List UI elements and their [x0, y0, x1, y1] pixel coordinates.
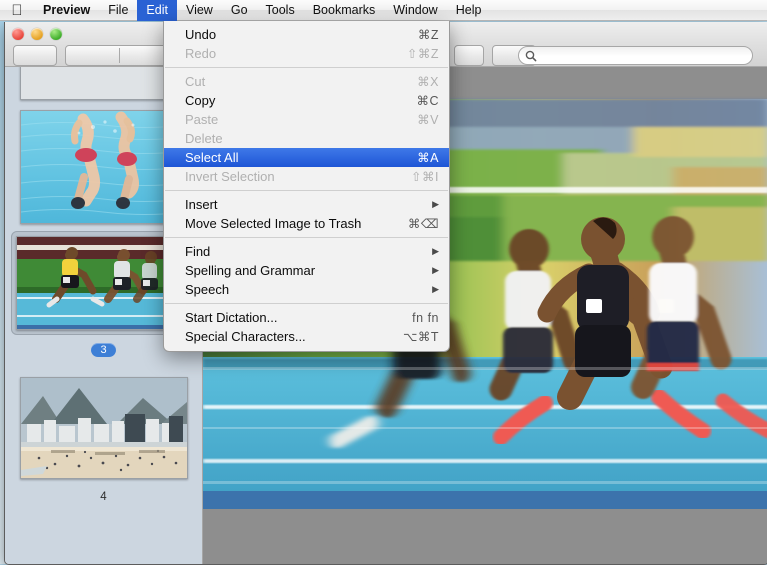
menu-item-cut: Cut ⌘X [164, 72, 449, 91]
menu-item-select-all[interactable]: Select All ⌘A [164, 148, 449, 167]
menu-item-move-selected-image-to-trash[interactable]: Move Selected Image to Trash ⌘⌫ [164, 214, 449, 233]
edit-menu-dropdown[interactable]: Undo ⌘Z Redo ⇧⌘Z Cut ⌘X Copy ⌘C Paste ⌘V Delete Sel… [163, 21, 450, 352]
menu-item-shortcut: ⌘V [417, 113, 439, 127]
thumbnail-4[interactable] [15, 372, 193, 484]
menubar-item-go[interactable]: Go [222, 0, 257, 21]
menu-item-undo[interactable]: Undo ⌘Z [164, 25, 449, 44]
menu-item-label: Special Characters... [185, 329, 306, 344]
menu-item-copy[interactable]: Copy ⌘C [164, 91, 449, 110]
menu-separator [165, 190, 448, 191]
submenu-arrow-icon: ▶ [432, 246, 439, 256]
menu-item-special-characters[interactable]: Special Characters... ⌥⌘T [164, 327, 449, 346]
menu-item-shortcut: fn fn [412, 310, 439, 325]
menu-bar:  PreviewFileEditViewGoToolsBookmarksWin… [0, 0, 767, 21]
menu-item-shortcut: ⇧⌘I [411, 170, 439, 184]
menu-item-shortcut: ⌘A [417, 151, 439, 165]
menu-item-shortcut: ⇧⌘Z [406, 47, 439, 61]
menu-item-shortcut: ⌥⌘T [402, 330, 439, 344]
menubar-item-help[interactable]: Help [447, 0, 491, 21]
menu-item-label: Speech [185, 282, 230, 297]
menu-separator [165, 303, 448, 304]
menu-item-shortcut: ⌘Z [417, 28, 439, 42]
menu-item-label: Cut [185, 74, 206, 89]
menu-item-redo: Redo ⇧⌘Z [164, 44, 449, 63]
menu-item-label: Start Dictation... [185, 310, 278, 325]
toolbar-button-2[interactable] [65, 45, 173, 66]
page-4-image [19, 377, 188, 479]
menu-item-label: Paste [185, 112, 219, 127]
menu-item-delete: Delete [164, 129, 449, 148]
menu-item-label: Select All [185, 150, 239, 165]
menubar-item-window[interactable]: Window [384, 0, 446, 21]
menu-item-shortcut: ⌘C [416, 94, 439, 108]
search-icon [525, 50, 537, 61]
menubar-item-bookmarks[interactable]: Bookmarks [304, 0, 385, 21]
menu-item-label: Insert [185, 197, 218, 212]
page-2-image [20, 110, 187, 224]
menu-item-label: Redo [185, 46, 217, 61]
submenu-arrow-icon: ▶ [432, 284, 439, 294]
menu-item-paste: Paste ⌘V [164, 110, 449, 129]
menubar-item-preview[interactable]: Preview [34, 0, 99, 21]
menu-item-label: Undo [185, 27, 217, 42]
menubar-item-view[interactable]: View [177, 0, 222, 21]
menu-item-label: Spelling and Grammar [185, 263, 316, 278]
menu-item-label: Invert Selection [185, 169, 275, 184]
search-input[interactable] [541, 48, 735, 63]
menubar-item-edit[interactable]: Edit [137, 0, 177, 21]
toolbar-button-1[interactable] [13, 45, 57, 66]
menu-item-speech[interactable]: Speech ▶ [164, 280, 449, 299]
search-field[interactable] [518, 46, 753, 65]
menu-separator [165, 67, 448, 68]
menu-item-label: Find [185, 244, 211, 259]
page-number: 4 [100, 491, 107, 503]
menu-separator [165, 237, 448, 238]
page-1-image [20, 67, 187, 100]
menu-item-shortcut: ⌘X [417, 75, 439, 89]
menubar-item-tools[interactable]: Tools [257, 0, 304, 21]
menu-item-label: Delete [185, 131, 223, 146]
list-item[interactable]: 4 [5, 372, 202, 503]
menu-item-invert-selection: Invert Selection ⇧⌘I [164, 167, 449, 186]
submenu-arrow-icon: ▶ [432, 265, 439, 275]
toolbar-button-divider [119, 48, 120, 63]
menu-item-find[interactable]: Find ▶ [164, 242, 449, 261]
menu-item-label: Copy [185, 93, 216, 108]
menu-item-start-dictation[interactable]: Start Dictation... fn fn [164, 308, 449, 327]
submenu-arrow-icon: ▶ [432, 199, 439, 209]
page-number-selected: 3 [91, 343, 116, 357]
toolbar-button-4[interactable] [454, 45, 484, 66]
menu-item-spelling-and-grammar[interactable]: Spelling and Grammar ▶ [164, 261, 449, 280]
menu-item-label: Move Selected Image to Trash [185, 216, 362, 231]
apple-logo-icon[interactable]:  [0, 3, 34, 18]
menubar-item-file[interactable]: File [99, 0, 137, 21]
menu-item-insert[interactable]: Insert ▶ [164, 195, 449, 214]
menu-item-shortcut: ⌘⌫ [407, 217, 439, 231]
